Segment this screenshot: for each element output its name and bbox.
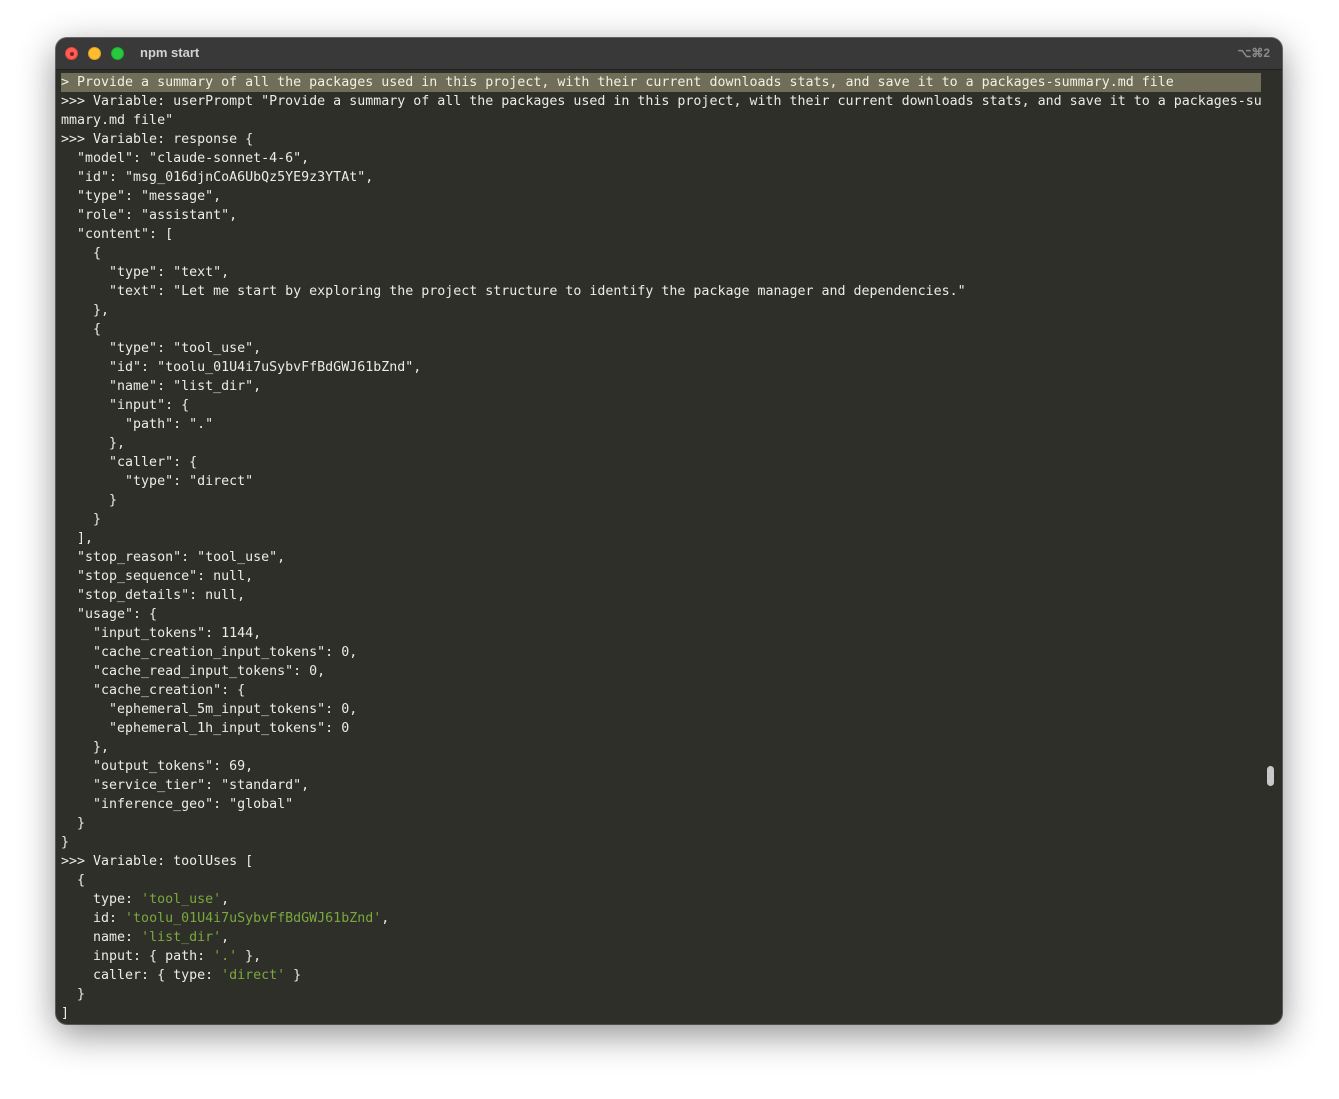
punctuation: , — [221, 892, 230, 907]
vertical-scrollbar[interactable] — [1265, 74, 1276, 1020]
output-line: "type": "message", — [61, 189, 222, 204]
output-line: "input": { — [61, 398, 190, 413]
output-line: >>> Variable: response { — [61, 132, 254, 147]
output-line: } — [61, 816, 86, 831]
output-line: "id": "msg_016djnCoA6UbQz5YE9z3YTAt", — [61, 170, 374, 185]
output-line: "usage": { — [61, 607, 158, 622]
output-line: } — [61, 512, 102, 527]
output-line: "cache_read_input_tokens": 0, — [61, 664, 326, 679]
output-line: "type": "tool_use", — [61, 341, 262, 356]
output-line: "stop_reason": "tool_use", — [61, 550, 286, 565]
key-text: type: — [61, 892, 142, 907]
string-value: 'direct' — [221, 968, 286, 983]
punctuation: , — [381, 911, 390, 926]
output-line: } — [61, 835, 70, 850]
output-line: "cache_creation": { — [61, 683, 246, 698]
string-value: 'tool_use' — [141, 892, 222, 907]
output-line: "inference_geo": "global" — [61, 797, 294, 812]
output-line: }, — [61, 303, 110, 318]
output-line: ] — [61, 1006, 70, 1021]
scrollbar-thumb[interactable] — [1267, 766, 1274, 786]
output-line: }, — [61, 436, 126, 451]
output-line: ], — [61, 531, 94, 546]
punctuation: } — [285, 968, 302, 983]
command-line: > Provide a summary of all the packages … — [61, 73, 1261, 92]
tooluse-id-line: id: 'toolu_01U4i7uSybvFfBdGWJ61bZnd', — [61, 909, 1261, 928]
output-line: >>> Variable: userPrompt "Provide a summ… — [61, 94, 1261, 109]
output-line: "stop_details": null, — [61, 588, 246, 603]
output-line: "type": "direct" — [61, 474, 254, 489]
output-line: "cache_creation_input_tokens": 0, — [61, 645, 358, 660]
output-line: { — [61, 322, 102, 337]
output-line: }, — [61, 740, 110, 755]
string-value: '.' — [213, 949, 238, 964]
output-line: "ephemeral_1h_input_tokens": 0 — [61, 721, 350, 736]
key-text: id: — [61, 911, 126, 926]
output-line: "caller": { — [61, 455, 198, 470]
close-window-button[interactable] — [65, 47, 78, 60]
tooluse-type-line: type: 'tool_use', — [61, 890, 1261, 909]
output-line: "stop_sequence": null, — [61, 569, 254, 584]
output-line: "name": "list_dir", — [61, 379, 262, 394]
output-line: "type": "text", — [61, 265, 230, 280]
output-line: >>> Variable: toolUses [ — [61, 854, 254, 869]
terminal-output[interactable]: > Provide a summary of all the packages … — [61, 73, 1261, 1023]
window-title: npm start — [140, 45, 200, 60]
output-line: "content": [ — [61, 227, 174, 242]
output-line: { — [61, 873, 86, 888]
key-text: input: { path: — [61, 949, 214, 964]
tooluse-name-line: name: 'list_dir', — [61, 928, 1261, 947]
tooluse-input-line: input: { path: '.' }, — [61, 947, 1261, 966]
output-line: "path": "." — [61, 417, 214, 432]
output-line: "model": "claude-sonnet-4-6", — [61, 151, 310, 166]
string-value: 'toolu_01U4i7uSybvFfBdGWJ61bZnd' — [125, 911, 382, 926]
title-bar: npm start ⌥⌘2 — [56, 38, 1282, 70]
output-line: } — [61, 493, 118, 508]
key-text: name: — [61, 930, 142, 945]
tab-shortcut-label: ⌥⌘2 — [1237, 46, 1270, 60]
output-line: "id": "toolu_01U4i7uSybvFfBdGWJ61bZnd", — [61, 360, 422, 375]
output-line: "service_tier": "standard", — [61, 778, 310, 793]
output-line: "input_tokens": 1144, — [61, 626, 262, 641]
output-line: "role": "assistant", — [61, 208, 238, 223]
output-line: "ephemeral_5m_input_tokens": 0, — [61, 702, 358, 717]
punctuation: , — [221, 930, 230, 945]
punctuation: }, — [237, 949, 262, 964]
output-line: "text": "Let me start by exploring the p… — [61, 284, 966, 299]
output-line: "output_tokens": 69, — [61, 759, 254, 774]
string-value: 'list_dir' — [141, 930, 222, 945]
zoom-window-button[interactable] — [111, 47, 124, 60]
terminal-window: npm start ⌥⌘2 > Provide a summary of all… — [56, 38, 1282, 1024]
tooluse-caller-line: caller: { type: 'direct' } — [61, 966, 1261, 985]
minimize-window-button[interactable] — [88, 47, 101, 60]
output-line: } — [61, 987, 86, 1002]
output-line: mmary.md file" — [61, 113, 174, 128]
key-text: caller: { type: — [61, 968, 222, 983]
output-line: { — [61, 246, 102, 261]
